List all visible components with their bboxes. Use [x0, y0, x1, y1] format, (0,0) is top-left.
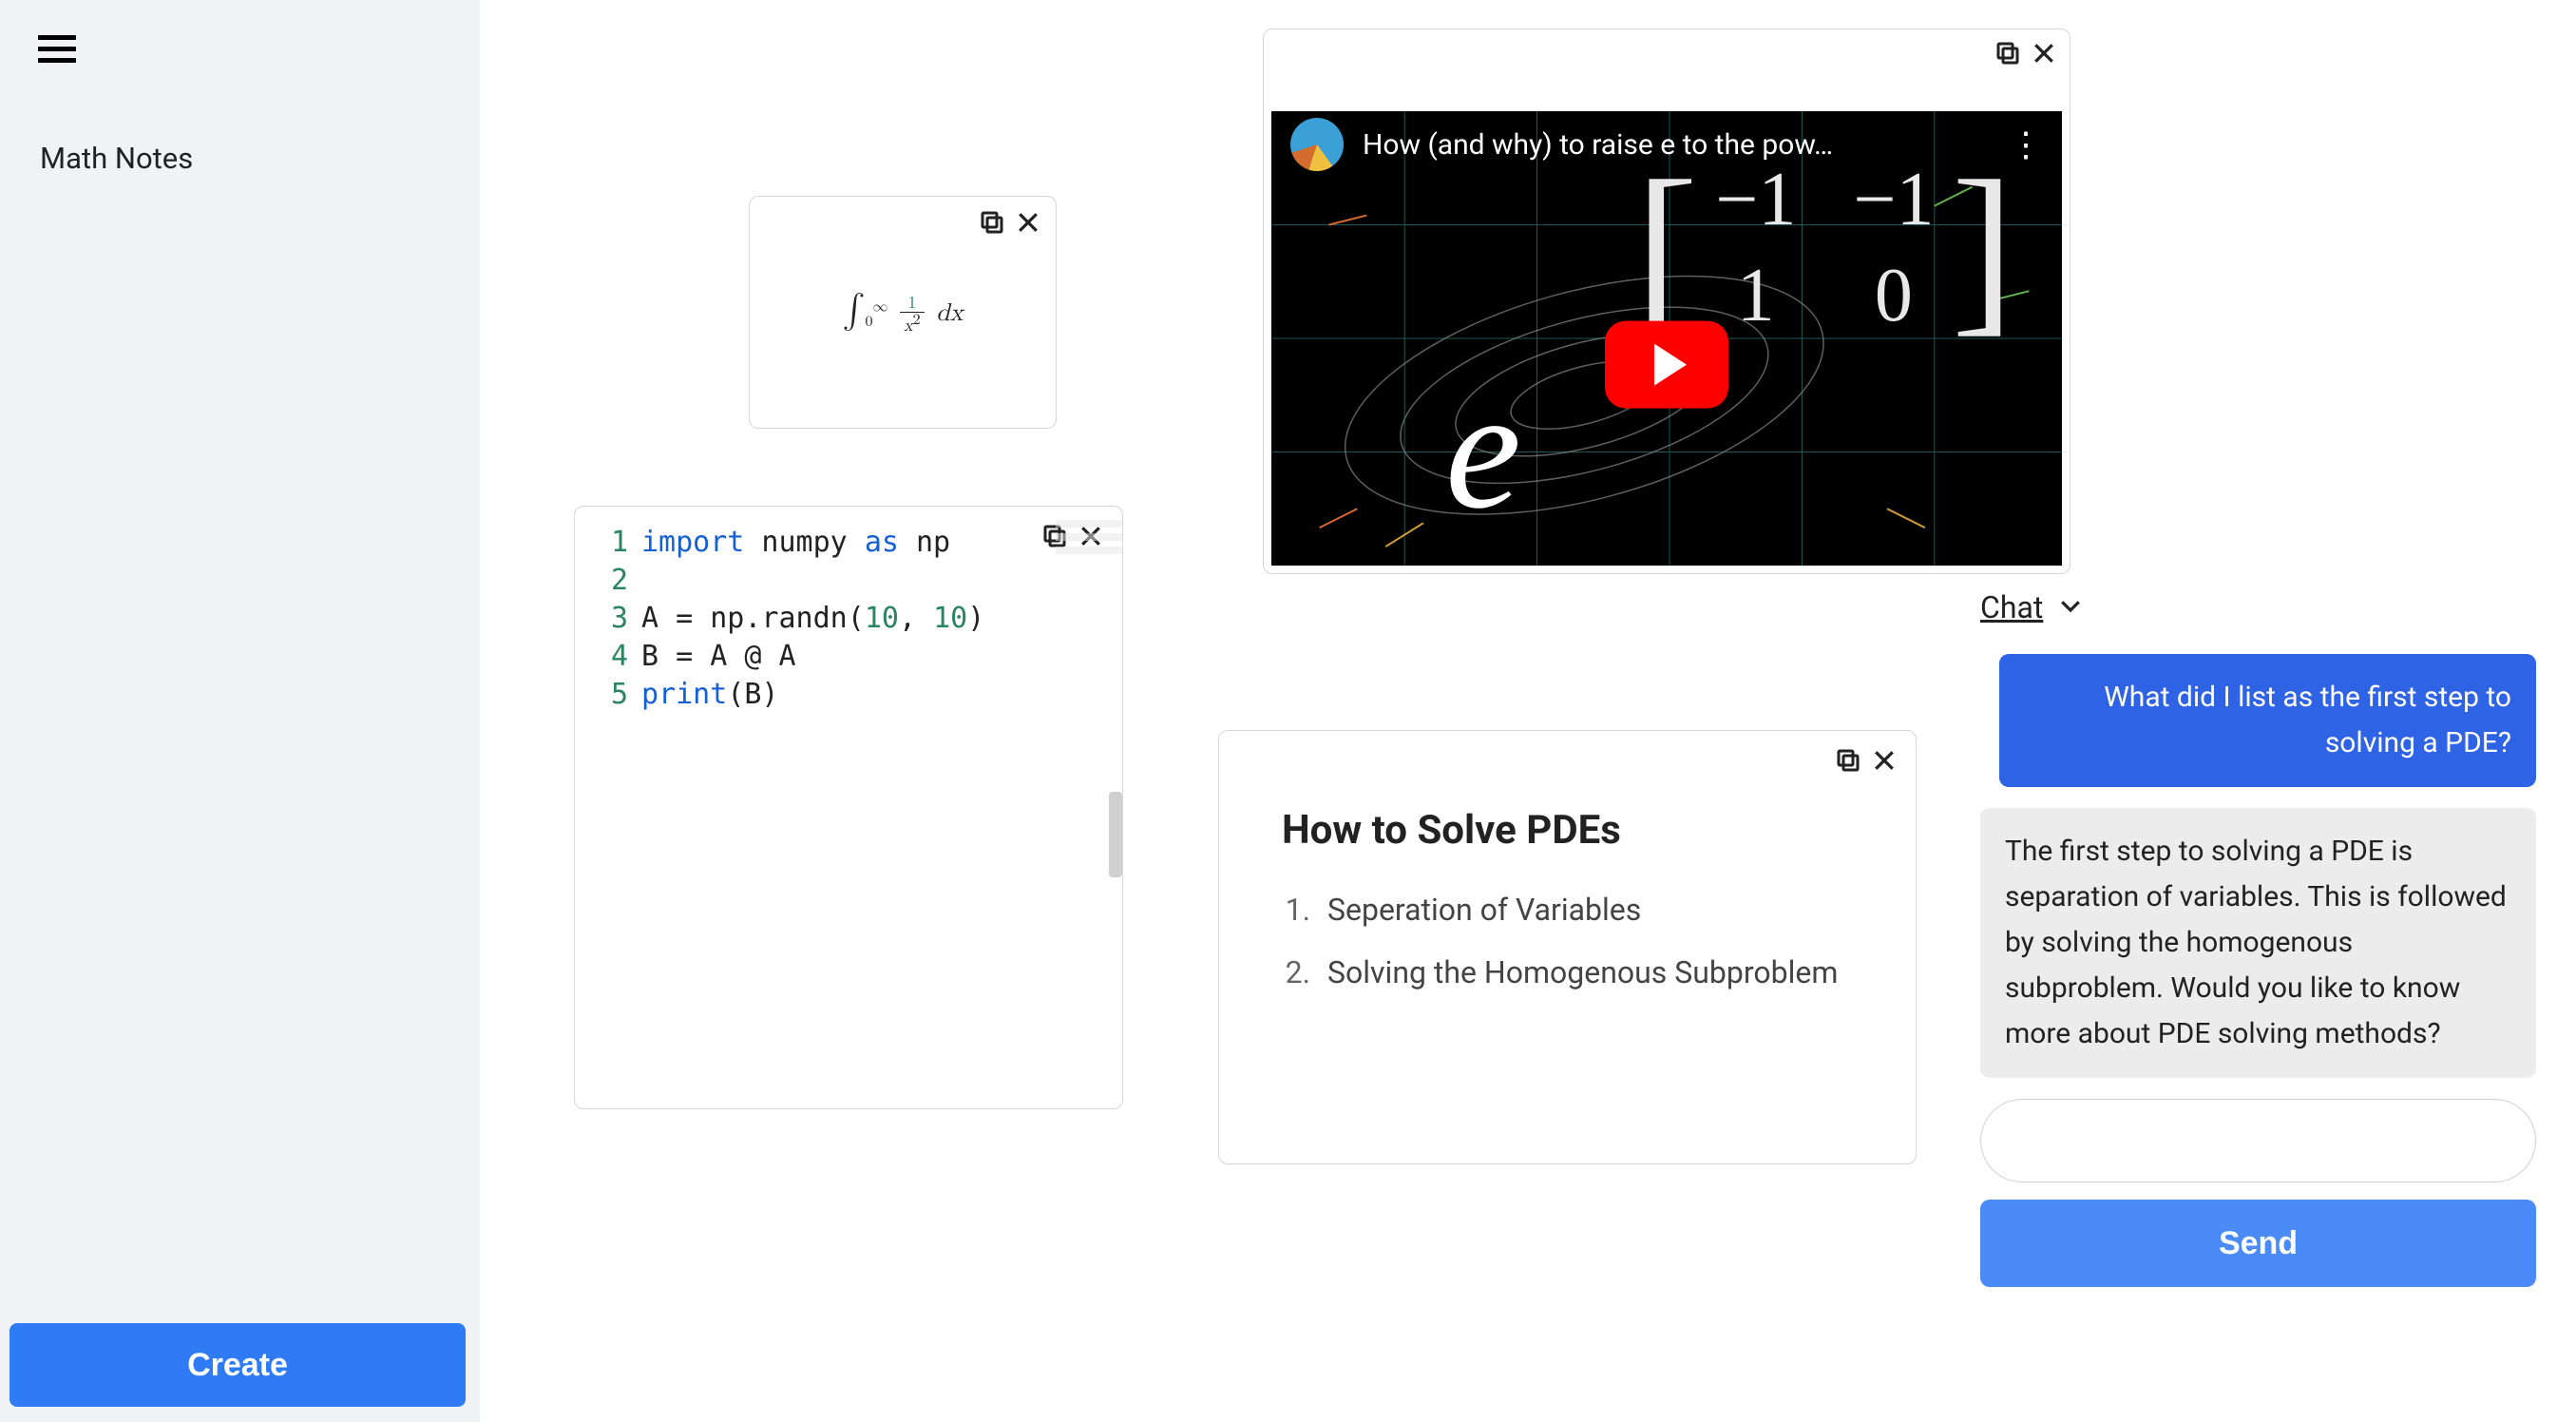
close-icon[interactable] — [2030, 39, 2058, 67]
copy-icon[interactable] — [978, 208, 1006, 237]
chat-message-user: What did I list as the first step to sol… — [1999, 654, 2536, 787]
scrollbar[interactable] — [1109, 792, 1122, 877]
e-glyph: e — [1445, 351, 1521, 548]
pde-heading: How to Solve PDEs — [1282, 807, 1853, 854]
chat-label: Chat — [1980, 589, 2043, 625]
chat-input[interactable] — [1980, 1099, 2536, 1182]
pde-card[interactable]: How to Solve PDEs 1.Seperation of Variab… — [1218, 730, 1917, 1164]
minimap[interactable] — [1056, 520, 1122, 577]
line-gutter: 1 2 3 4 5 — [575, 520, 641, 1108]
sidebar: Math Notes Create — [0, 0, 480, 1422]
create-button[interactable]: Create — [10, 1323, 466, 1407]
copy-icon[interactable] — [1834, 746, 1862, 775]
matrix-overlay: [ −1−1 10 ] — [1635, 157, 2014, 339]
code-editor[interactable]: 1 2 3 4 5 import numpy as np A = np.rand… — [575, 507, 1122, 1108]
chat-toggle[interactable]: Chat — [1980, 589, 2536, 625]
formula-content: ∫0∞ 1x2 dx — [843, 290, 964, 335]
chevron-down-icon — [2056, 591, 2085, 624]
close-icon[interactable] — [1014, 208, 1042, 237]
close-icon[interactable] — [1870, 746, 1899, 775]
list-item: 2.Solving the Homogenous Subproblem — [1282, 954, 1853, 990]
more-icon[interactable]: ⋮ — [2009, 125, 2043, 164]
menu-icon[interactable] — [38, 29, 480, 69]
list-item: 1.Seperation of Variables — [1282, 892, 1853, 928]
video-thumbnail[interactable]: e [ −1−1 10 ] — [1271, 111, 2062, 566]
formula-card[interactable]: ∫0∞ 1x2 dx — [749, 196, 1057, 429]
chat-panel: Chat What did I list as the first step t… — [1980, 589, 2536, 1287]
code-card[interactable]: 1 2 3 4 5 import numpy as np A = np.rand… — [574, 506, 1123, 1109]
code-lines[interactable]: import numpy as np A = np.randn(10, 10) … — [641, 520, 1122, 1108]
workspace-title: Math Notes — [40, 141, 480, 176]
pde-steps-list: 1.Seperation of Variables 2.Solving the … — [1282, 892, 1853, 990]
send-button[interactable]: Send — [1980, 1200, 2536, 1287]
copy-icon[interactable] — [1994, 39, 2022, 67]
video-card[interactable]: How (and why) to raise e to the pow… ⋮ — [1263, 29, 2070, 574]
channel-avatar[interactable] — [1290, 118, 1344, 171]
video-titlebar: How (and why) to raise e to the pow… ⋮ — [1271, 111, 2062, 178]
video-title: How (and why) to raise e to the pow… — [1363, 128, 1833, 162]
canvas: ∫0∞ 1x2 dx 1 2 3 4 5 import numpy as np — [480, 0, 2576, 1422]
play-button[interactable] — [1605, 321, 1728, 409]
chat-message-bot: The first step to solving a PDE is separ… — [1980, 808, 2536, 1078]
